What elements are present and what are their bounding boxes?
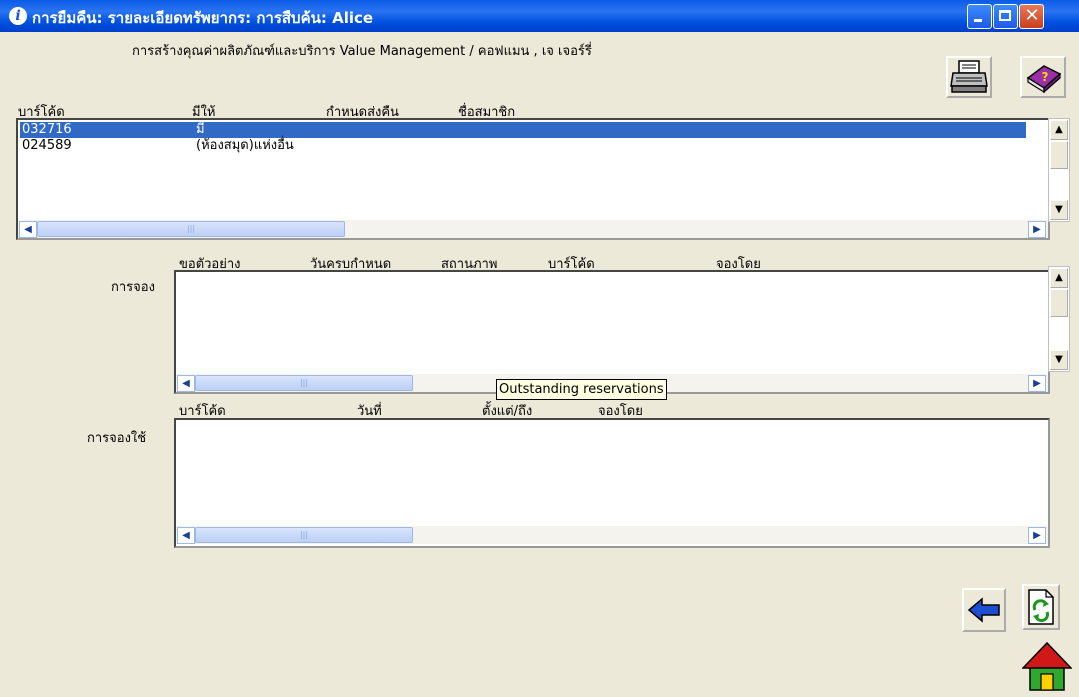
scroll-up-icon[interactable]: ▲ (1050, 120, 1068, 140)
items-hscrollbar[interactable]: ◀ ||| ▶ (18, 220, 1048, 238)
back-button[interactable] (962, 588, 1006, 632)
help-book-icon: ? (1026, 65, 1062, 94)
maximize-button[interactable] (993, 4, 1018, 29)
scroll-right-icon[interactable]: ▶ (1028, 375, 1046, 392)
item-available: (ห้องสมุด)แห่งอื่น (196, 138, 294, 153)
scroll-down-icon[interactable]: ▼ (1050, 350, 1068, 370)
scroll-right-icon[interactable]: ▶ (1028, 527, 1046, 544)
reservations-list[interactable]: ◀ ||| ▶ (174, 270, 1050, 394)
circulation-window: i การยืมคืน: รายละเอียดทรัพยากร: การสืบค… (0, 0, 1079, 697)
title-bar[interactable]: i การยืมคืน: รายละเอียดทรัพยากร: การสืบค… (0, 0, 1079, 32)
bookings-label: การจองใช้ (87, 431, 147, 446)
reservations-vscrollbar[interactable]: ▲ ▼ (1048, 266, 1070, 372)
scroll-left-icon[interactable]: ◀ (177, 375, 195, 392)
window-title: การยืมคืน: รายละเอียดทรัพยากร: การสืบค้น… (32, 9, 374, 27)
help-button[interactable]: ? (1020, 56, 1066, 98)
svg-text:?: ? (1042, 70, 1049, 84)
tooltip: Outstanding reservations (496, 379, 667, 400)
close-button[interactable]: ✕ (1019, 4, 1044, 29)
home-button[interactable] (1021, 638, 1073, 692)
refresh-icon (1028, 589, 1054, 625)
item-barcode: 024589 (22, 138, 72, 153)
reservations-label: การจอง (111, 280, 155, 295)
scroll-right-icon[interactable]: ▶ (1028, 221, 1046, 238)
minimize-button[interactable] (967, 4, 992, 29)
back-arrow-icon (967, 597, 1000, 623)
refresh-button[interactable] (1022, 584, 1060, 630)
scroll-thumb[interactable]: ||| (195, 527, 413, 543)
scroll-left-icon[interactable]: ◀ (19, 221, 37, 238)
items-list[interactable]: 032716 มี 024589 (ห้องสมุด)แห่งอื่น ◀ ||… (16, 118, 1050, 240)
scroll-left-icon[interactable]: ◀ (177, 527, 195, 544)
printer-icon (950, 60, 988, 93)
items-vscrollbar[interactable]: ▲ ▼ (1048, 118, 1070, 222)
scroll-thumb[interactable] (1050, 289, 1068, 317)
scroll-thumb[interactable]: ||| (195, 375, 413, 391)
scroll-thumb[interactable] (1050, 141, 1068, 169)
list-item[interactable]: 024589 (ห้องสมุด)แห่งอื่น (20, 138, 1026, 154)
close-icon: ✕ (1024, 5, 1040, 26)
item-barcode: 032716 (22, 122, 72, 137)
bookings-list[interactable]: ◀ ||| ▶ (174, 418, 1050, 548)
print-button[interactable] (946, 56, 992, 98)
info-icon: i (9, 7, 27, 25)
minimize-icon (974, 19, 982, 22)
scroll-thumb[interactable]: ||| (37, 221, 345, 237)
bookings-hscrollbar[interactable]: ◀ ||| ▶ (176, 526, 1048, 544)
item-available: มี (196, 122, 205, 137)
home-icon (1021, 641, 1073, 691)
list-item[interactable]: 032716 มี (20, 122, 1026, 138)
scroll-down-icon[interactable]: ▼ (1050, 200, 1068, 220)
book-title: การสร้างคุณค่าผลิตภัณฑ์และบริการ Value M… (132, 44, 592, 59)
scroll-up-icon[interactable]: ▲ (1050, 268, 1068, 288)
maximize-icon (999, 10, 1011, 21)
